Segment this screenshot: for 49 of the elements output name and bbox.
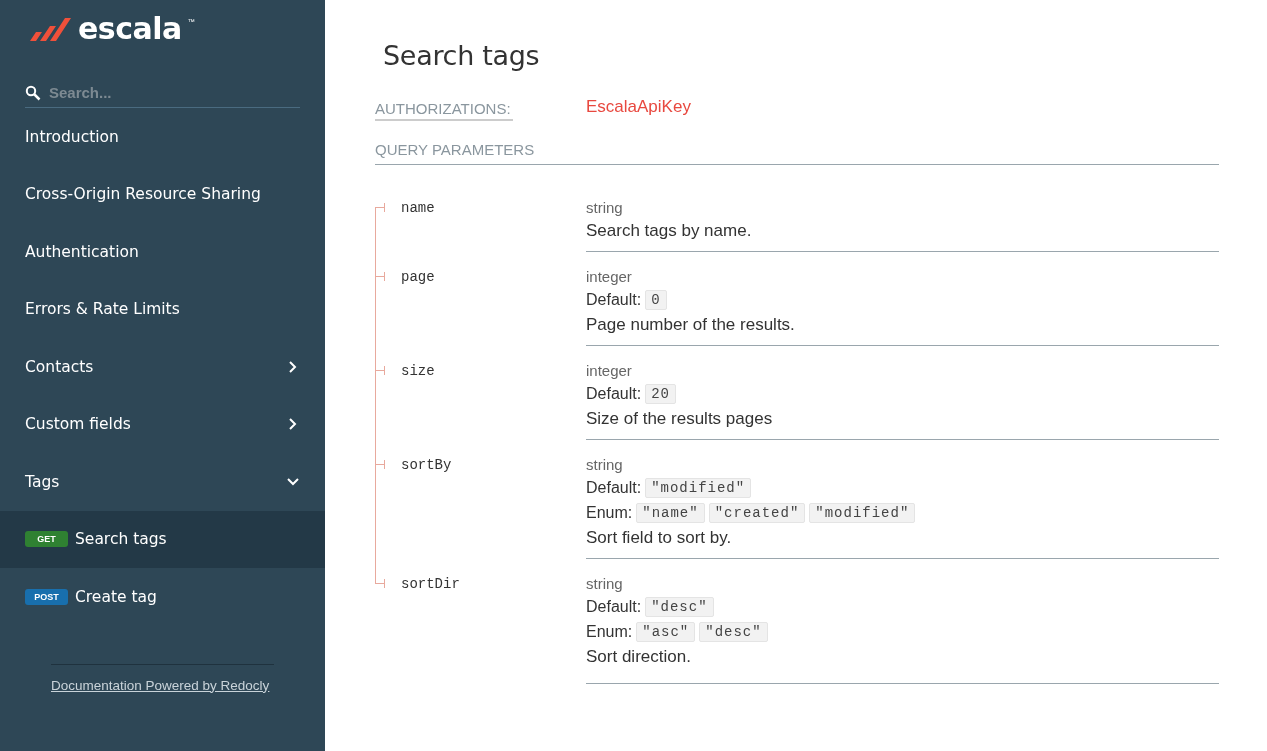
- default-value: "desc": [645, 597, 714, 617]
- parameter-name: page: [401, 268, 436, 287]
- parameter-name: sortBy: [401, 456, 453, 475]
- sidebar-item[interactable]: POST Create tag: [0, 568, 325, 626]
- parameter-name: name: [401, 199, 436, 218]
- parameter-name: sortDir: [401, 575, 461, 594]
- logo-text: escala: [78, 14, 182, 44]
- sidebar-item[interactable]: Tags: [0, 453, 325, 511]
- section-heading: QUERY PARAMETERS: [375, 121, 1219, 165]
- page-title: Search tags: [383, 40, 541, 71]
- default-value: 0: [645, 290, 667, 310]
- parameter-name: size: [401, 362, 436, 381]
- authorizations-label: AUTHORIZATIONS:: [375, 100, 513, 121]
- auth-scheme-link[interactable]: EscalaApiKey: [586, 97, 691, 121]
- sidebar-item[interactable]: Errors & Rate Limits: [0, 280, 325, 338]
- enum-value: "created": [708, 503, 806, 523]
- enum-label: Enum:: [586, 623, 633, 641]
- enum-value: "name": [636, 503, 705, 523]
- sidebar-item[interactable]: Authentication: [0, 223, 325, 281]
- default-value: "modified": [645, 478, 752, 498]
- default-label: Default:: [586, 479, 642, 497]
- enum-value: "asc": [636, 622, 696, 642]
- parameter-description: Page number of the results.: [586, 315, 795, 335]
- method-badge: GET: [25, 531, 68, 548]
- default-label: Default:: [586, 598, 642, 616]
- default-label: Default:: [586, 385, 642, 403]
- parameter-type: string: [586, 575, 623, 592]
- method-badge: POST: [25, 588, 68, 605]
- footer-link[interactable]: Documentation Powered by Redocly: [51, 677, 270, 693]
- parameter-type: string: [586, 199, 623, 216]
- sidebar-item[interactable]: GET Search tags: [0, 510, 325, 568]
- parameter-type: integer: [586, 362, 632, 379]
- enum-label: Enum:: [586, 504, 633, 522]
- parameter-description: Size of the results pages: [586, 409, 773, 429]
- sidebar-item[interactable]: Introduction: [0, 108, 325, 166]
- default-label: Default:: [586, 291, 642, 309]
- parameter-type: integer: [586, 268, 632, 285]
- parameter-description: Sort direction.: [586, 647, 691, 667]
- search-field[interactable]: Search...: [49, 84, 279, 101]
- default-value: 20: [645, 384, 676, 404]
- sidebar-item[interactable]: Contacts: [0, 338, 325, 396]
- parameter-type: string: [586, 456, 623, 473]
- parameter-description: Sort field to sort by.: [586, 528, 732, 548]
- enum-value: "modified": [809, 503, 916, 523]
- search-icon: [25, 84, 41, 101]
- parameter-description: Search tags by name.: [586, 221, 752, 241]
- sidebar-item[interactable]: Custom fields: [0, 395, 325, 453]
- sidebar-item[interactable]: Cross-Origin Resource Sharing: [0, 165, 325, 223]
- enum-value: "desc": [699, 622, 768, 642]
